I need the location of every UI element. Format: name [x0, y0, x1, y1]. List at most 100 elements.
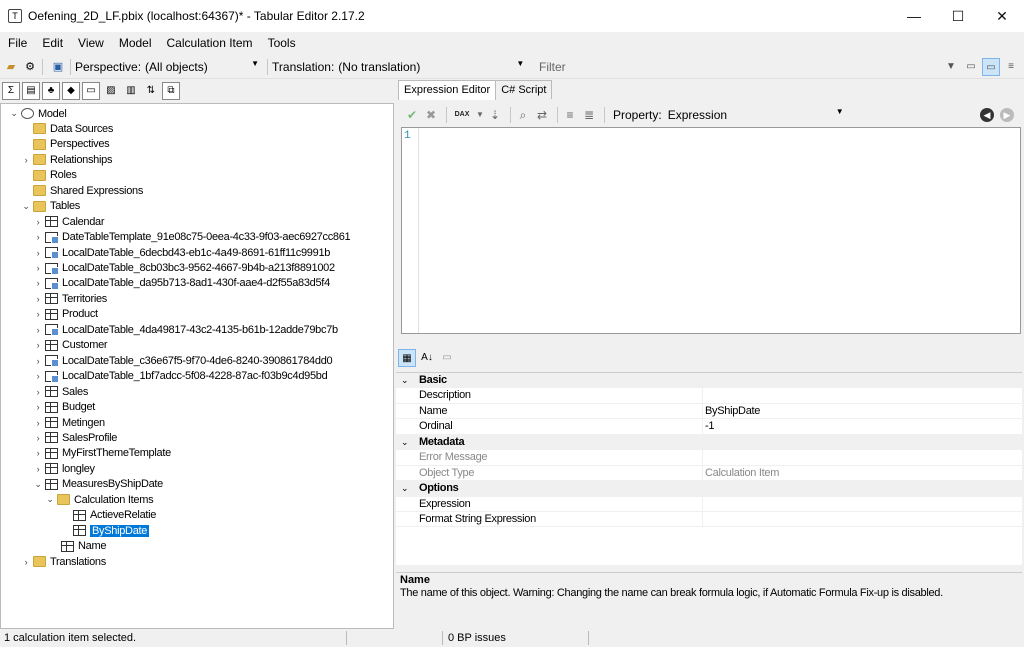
property-value[interactable]: Calculation Item [705, 466, 779, 480]
collapse-chevron-icon[interactable]: ⌄ [401, 437, 409, 448]
menu-view[interactable]: View [78, 36, 104, 50]
tree-node-relationships[interactable]: › Relationships [21, 152, 113, 167]
tree-node-table[interactable]: › LocalDateTable_6decbd43-eb1c-4a49-8691-… [33, 245, 330, 260]
model-tree[interactable]: ⌄ Model Data Sources Perspectives › Relations… [0, 103, 394, 629]
tree-node-perspectives[interactable]: Perspectives [21, 137, 110, 152]
dax-formatter-icon[interactable]: DAX [451, 107, 473, 123]
property-row[interactable]: Object Type Calculation Item [396, 465, 1022, 482]
alphabetical-sort-icon[interactable]: A↓ [418, 349, 436, 367]
expand-chevron-icon[interactable]: › [33, 433, 43, 443]
tree-node-data-sources[interactable]: Data Sources [21, 121, 113, 136]
comment-icon[interactable]: ≡ [562, 107, 578, 123]
open-folder-icon[interactable]: ▰ [3, 59, 19, 75]
property-row[interactable]: Ordinal -1 [396, 419, 1022, 435]
view-mode-icon[interactable]: ▭ [962, 58, 980, 76]
menu-model[interactable]: Model [119, 36, 152, 50]
hierarchies-toggle-icon[interactable]: ♣ [42, 82, 60, 100]
expand-chevron-icon[interactable]: › [33, 402, 43, 412]
tree-node-table[interactable]: › Customer [33, 338, 108, 353]
tree-node-table[interactable]: › Budget [33, 400, 96, 415]
save-icon[interactable]: ▣ [50, 59, 66, 75]
replace-icon[interactable]: ⇄ [534, 107, 550, 123]
tree-node-calculation-items[interactable]: ⌄ Calculation Items [45, 492, 153, 507]
menu-file[interactable]: File [8, 36, 27, 50]
accept-icon[interactable]: ✔ [404, 107, 420, 123]
tree-node-model[interactable]: ⌄ Model [9, 106, 66, 121]
tree-node-table[interactable]: › LocalDateTable_4da49817-43c2-4135-b61b-… [33, 322, 338, 337]
display-folders-icon[interactable]: ▭ [82, 82, 100, 100]
perspective-dropdown[interactable]: (All objects) ▼ [145, 58, 263, 76]
tree-node-table[interactable]: › LocalDateTable_da95b713-8ad1-430f-aae4-… [33, 276, 330, 291]
cancel-icon[interactable]: ✖ [423, 107, 439, 123]
filter-input[interactable]: Filter [535, 58, 925, 76]
tree-node-roles[interactable]: Roles [21, 168, 77, 183]
collapse-chevron-icon[interactable]: ⌄ [45, 494, 55, 505]
expression-editor[interactable]: 1 [401, 127, 1021, 334]
filter-icon[interactable]: ▼ [942, 58, 960, 76]
tab-csharp-script[interactable]: C# Script [495, 80, 553, 99]
minimize-button[interactable]: — [892, 0, 936, 32]
tree-node-table[interactable]: ⌄ MeasuresByShipDate [33, 477, 163, 492]
close-button[interactable]: ✕ [980, 0, 1024, 32]
collapse-chevron-icon[interactable]: ⌄ [21, 201, 31, 212]
expand-chevron-icon[interactable]: › [33, 278, 43, 288]
property-dropdown[interactable]: Expression ▼ [668, 106, 848, 124]
expand-chevron-icon[interactable]: › [33, 309, 43, 319]
collapse-chevron-icon[interactable]: ⌄ [33, 479, 43, 490]
property-row[interactable]: Name ByShipDate [396, 403, 1022, 420]
collapse-chevron-icon[interactable]: ⌄ [401, 375, 409, 386]
expand-chevron-icon[interactable]: › [33, 356, 43, 366]
tree-node-table[interactable]: › SalesProfile [33, 430, 118, 445]
property-value[interactable]: -1 [705, 419, 714, 433]
partitions-toggle-icon[interactable]: ◆ [62, 82, 80, 100]
dropdown-arrow-icon[interactable]: ▼ [476, 107, 484, 123]
expand-chevron-icon[interactable]: › [33, 371, 43, 381]
property-pages-icon[interactable]: ▭ [438, 349, 456, 367]
expand-chevron-icon[interactable]: › [33, 217, 43, 227]
find-icon[interactable]: ⌕ [515, 107, 531, 123]
tree-node-table[interactable]: › MyFirstThemeTemplate [33, 446, 172, 461]
property-row[interactable]: Error Message [396, 450, 1022, 466]
tree-node-table[interactable]: › Product [33, 307, 98, 322]
expand-chevron-icon[interactable]: › [33, 387, 43, 397]
expand-chevron-icon[interactable]: › [21, 155, 31, 165]
collapse-chevron-icon[interactable]: ⌄ [401, 483, 409, 494]
tree-node-table[interactable]: › Metingen [33, 415, 106, 430]
property-grid[interactable]: ⌄ Basic Description Name ByShipDate Ordinal -1… [396, 372, 1022, 565]
expand-chevron-icon[interactable]: › [33, 340, 43, 350]
property-category[interactable]: ⌄ Metadata [396, 434, 1022, 451]
tree-node-table[interactable]: › Territories [33, 291, 108, 306]
deploy-icon[interactable]: ⚙ [22, 59, 38, 75]
property-row[interactable]: Expression [396, 496, 1022, 512]
tree-node-table[interactable]: › LocalDateTable_1bf7adcc-5f08-4228-87ac-… [33, 369, 328, 384]
tree-node-table[interactable]: › Calendar [33, 214, 105, 229]
categorized-icon[interactable]: ▦ [398, 349, 416, 367]
property-row[interactable]: Format String Expression [396, 512, 1022, 528]
sort-icon[interactable]: ⇅ [142, 82, 160, 100]
list-view-icon[interactable]: ≡ [1002, 58, 1020, 76]
expand-chevron-icon[interactable]: › [33, 294, 43, 304]
bp-issues-status[interactable]: 0 BP issues [446, 631, 589, 645]
expand-chevron-icon[interactable]: › [33, 232, 43, 242]
tree-node-column[interactable]: Name [49, 539, 106, 554]
expand-chevron-icon[interactable]: › [33, 325, 43, 335]
expand-chevron-icon[interactable]: › [21, 557, 31, 567]
dependencies-icon[interactable]: ⧉ [162, 82, 180, 100]
property-category[interactable]: ⌄ Options [396, 481, 1022, 497]
property-value[interactable]: ByShipDate [705, 404, 760, 418]
property-row[interactable]: Description [396, 388, 1022, 404]
tree-node-table[interactable]: › LocalDateTable_c36e67f5-9f70-4de6-8240-… [33, 353, 333, 368]
tree-node-table[interactable]: › LocalDateTable_8cb03bc3-9562-4667-9b4b-… [33, 261, 335, 276]
back-icon[interactable]: ◀ [980, 108, 994, 122]
view-mode-active-icon[interactable]: ▭ [982, 58, 1000, 76]
dependency-arrow-icon[interactable]: ⇣ [487, 107, 503, 123]
metadata-icon[interactable]: ▥ [122, 82, 140, 100]
expand-chevron-icon[interactable]: › [33, 263, 43, 273]
menu-tools[interactable]: Tools [268, 36, 296, 50]
tree-node-table[interactable]: › Sales [33, 384, 89, 399]
collapse-chevron-icon[interactable]: ⌄ [9, 108, 19, 119]
hidden-objects-icon[interactable]: ▨ [102, 82, 120, 100]
expand-chevron-icon[interactable]: › [33, 248, 43, 258]
menu-edit[interactable]: Edit [42, 36, 63, 50]
menu-calculation-item[interactable]: Calculation Item [167, 36, 253, 50]
